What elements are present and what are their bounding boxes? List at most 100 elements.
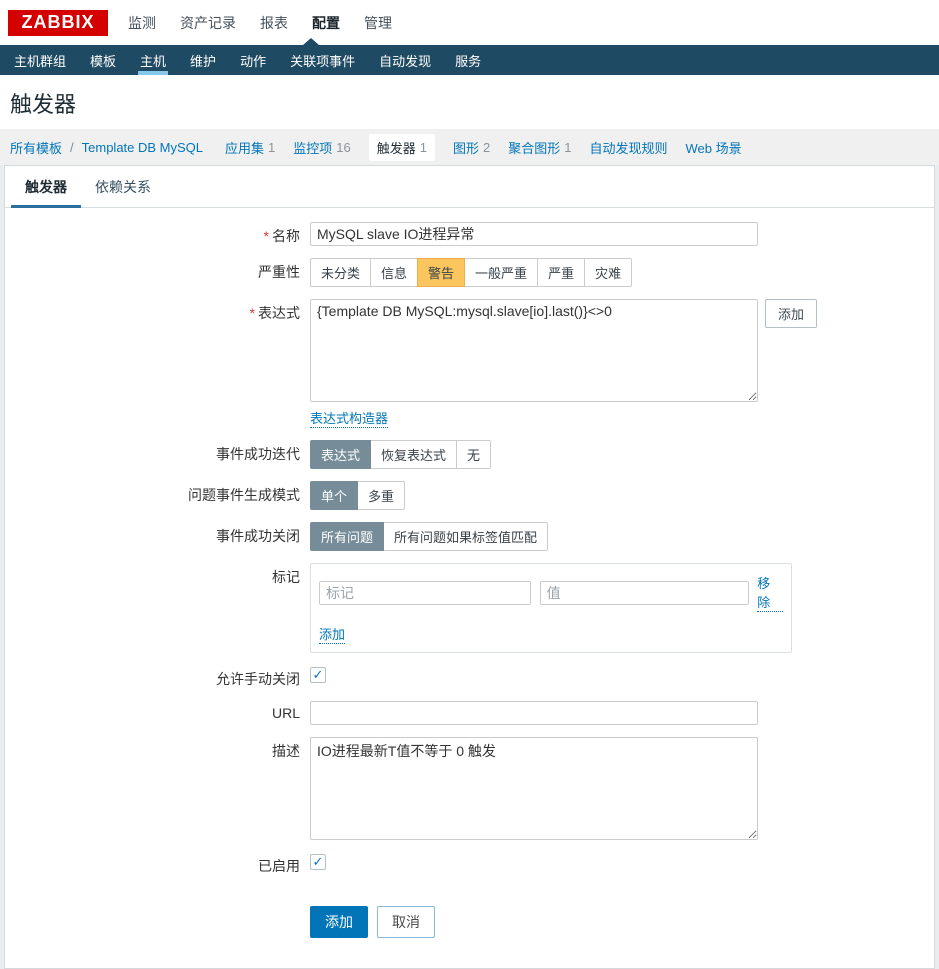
top-menu-configuration[interactable]: 配置 <box>312 13 340 33</box>
ok-closes-all-if-tag-matches[interactable]: 所有问题如果标签值匹配 <box>383 522 549 551</box>
severity-average[interactable]: 一般严重 <box>464 258 539 287</box>
cancel-button[interactable]: 取消 <box>377 906 435 938</box>
ok-event-closes-label: 事件成功关闭 <box>216 528 300 544</box>
manual-close-checkbox[interactable]: ✓ <box>310 667 326 683</box>
top-menu-administration[interactable]: 管理 <box>364 13 392 33</box>
row-name: * 名称 <box>5 222 934 246</box>
row-manual-close: 允许手动关闭 ✓ <box>5 665 934 689</box>
entity-tab-label: 图形 <box>453 140 480 156</box>
severity-not-classified[interactable]: 未分类 <box>310 258 372 287</box>
name-label-text: 名称 <box>272 228 300 244</box>
zabbix-logo[interactable]: ZABBIX <box>8 9 108 36</box>
row-severity: 严重性 未分类 信息 警告 一般严重 严重 灾难 <box>5 258 934 287</box>
tags-label: 标记 <box>272 569 300 585</box>
severity-high[interactable]: 严重 <box>537 258 586 287</box>
expression-textarea[interactable]: {Template DB MySQL:mysql.slave[io].last(… <box>310 299 758 402</box>
entity-tab-screens[interactable]: 聚合图形 1 <box>508 138 571 157</box>
entity-tab-count: 1 <box>564 139 572 155</box>
entity-tab-items[interactable]: 监控项 16 <box>293 138 350 157</box>
severity-label: 严重性 <box>258 264 300 280</box>
nav-services[interactable]: 服务 <box>443 45 493 75</box>
configuration-active-arrow-icon <box>303 38 319 45</box>
entity-tab-web-scenarios[interactable]: Web 场景 <box>686 138 742 157</box>
name-input[interactable] <box>310 222 758 246</box>
top-header: ZABBIX 监测 资产记录 报表 配置 管理 <box>0 0 939 45</box>
entity-tab-triggers[interactable]: 触发器 1 <box>368 133 435 161</box>
entity-tab-count: 16 <box>336 139 351 155</box>
enabled-label: 已启用 <box>258 858 300 874</box>
entity-tab-label: 监控项 <box>293 140 333 156</box>
ok-gen-none[interactable]: 无 <box>456 440 492 469</box>
problem-event-mode-group: 单个 多重 <box>310 481 406 510</box>
nav-event-correlation[interactable]: 关联项事件 <box>278 45 367 75</box>
ok-gen-recovery-expression[interactable]: 恢复表达式 <box>370 440 458 469</box>
entity-tab-graphs[interactable]: 图形 2 <box>453 138 490 157</box>
breadcrumb-all-templates[interactable]: 所有模板 <box>10 138 62 157</box>
enabled-checkbox[interactable]: ✓ <box>310 854 326 870</box>
entity-tab-label: 应用集 <box>225 140 265 156</box>
severity-information[interactable]: 信息 <box>370 258 419 287</box>
problem-event-mode-label: 问题事件生成模式 <box>188 487 300 503</box>
tag-name-input[interactable] <box>319 580 531 605</box>
form-tabs: 触发器 依赖关系 <box>5 166 934 208</box>
problem-mode-single[interactable]: 单个 <box>310 481 359 510</box>
entity-tab-label: Web 场景 <box>685 140 742 156</box>
tags-box: 移除 添加 <box>310 563 792 653</box>
entity-tab-label: 自动发现规则 <box>589 140 668 156</box>
entity-tab-count: 1 <box>268 139 276 155</box>
problem-mode-multiple[interactable]: 多重 <box>357 481 406 510</box>
nav-actions[interactable]: 动作 <box>228 45 278 75</box>
entity-tabs: 应用集 1 监控项 16 触发器 1 图形 2 聚合图形 1 自动发现规则 We… <box>225 133 742 161</box>
row-expression: * 表达式 {Template DB MySQL:mysql.slave[io].… <box>5 299 934 428</box>
expression-label-text: 表达式 <box>258 305 300 321</box>
expression-constructor-link[interactable]: 表达式构造器 <box>310 408 389 428</box>
nav-hosts[interactable]: 主机 <box>128 45 178 75</box>
tab-dependencies[interactable]: 依赖关系 <box>81 166 165 207</box>
actions-spacer <box>5 888 310 938</box>
entity-tab-label: 触发器 <box>376 140 416 156</box>
top-menu-reports[interactable]: 报表 <box>260 13 288 33</box>
description-textarea[interactable]: IO进程最新T值不等于 0 触发 <box>310 737 758 840</box>
content-panel: 触发器 依赖关系 *名称 严重性 未分类 信息 警告 一般严重 严重 灾难 <box>4 165 935 969</box>
row-description: 描述 IO进程最新T值不等于 0 触发 <box>5 737 934 840</box>
severity-disaster[interactable]: 灾难 <box>584 258 633 287</box>
tag-remove-link[interactable]: 移除 <box>757 573 783 612</box>
ok-closes-all-problems[interactable]: 所有问题 <box>310 522 385 551</box>
entity-tab-discovery-rules[interactable]: 自动发现规则 <box>590 138 668 157</box>
manual-close-label: 允许手动关闭 <box>216 671 300 687</box>
row-tags: 标记 移除 添加 <box>5 563 934 653</box>
add-button[interactable]: 添加 <box>310 906 368 938</box>
expression-label: * 表达式 <box>5 299 310 428</box>
page-title: 触发器 <box>10 92 77 117</box>
row-enabled: 已启用 ✓ <box>5 852 934 876</box>
title-band: 触发器 <box>0 75 939 129</box>
entity-tab-applications[interactable]: 应用集 1 <box>225 138 275 157</box>
nav-host-groups[interactable]: 主机群组 <box>2 45 78 75</box>
entity-tab-label: 聚合图形 <box>508 140 561 156</box>
breadcrumb: 所有模板 / Template DB MySQL 应用集 1 监控项 16 触发… <box>0 129 939 165</box>
nav-maintenance[interactable]: 维护 <box>178 45 228 75</box>
breadcrumb-template-link[interactable]: Template DB MySQL <box>82 140 203 155</box>
name-label: * 名称 <box>5 222 310 246</box>
row-ok-event-generation: 事件成功迭代 表达式 恢复表达式 无 <box>5 440 934 469</box>
nav-templates[interactable]: 模板 <box>78 45 128 75</box>
expression-add-button[interactable]: 添加 <box>765 299 818 328</box>
nav-discovery[interactable]: 自动发现 <box>367 45 443 75</box>
breadcrumb-separator: / <box>70 139 74 155</box>
ok-event-generation-label: 事件成功迭代 <box>216 446 300 462</box>
severity-group: 未分类 信息 警告 一般严重 严重 灾难 <box>310 258 633 287</box>
trigger-form: *名称 严重性 未分类 信息 警告 一般严重 严重 灾难 *表达式 <box>5 208 934 938</box>
severity-warning[interactable]: 警告 <box>417 258 466 287</box>
top-menu-monitoring[interactable]: 监测 <box>128 13 156 33</box>
ok-event-generation-group: 表达式 恢复表达式 无 <box>310 440 492 469</box>
url-input[interactable] <box>310 701 758 725</box>
row-url: URL <box>5 701 934 725</box>
ok-gen-expression[interactable]: 表达式 <box>310 440 372 469</box>
top-menu-inventory[interactable]: 资产记录 <box>180 13 236 33</box>
tag-value-input[interactable] <box>539 580 750 605</box>
tab-trigger[interactable]: 触发器 <box>11 166 81 208</box>
checkmark-icon: ✓ <box>312 667 324 682</box>
checkmark-icon: ✓ <box>312 854 324 869</box>
required-mark: * <box>249 305 255 321</box>
tag-add-link[interactable]: 添加 <box>319 624 346 644</box>
